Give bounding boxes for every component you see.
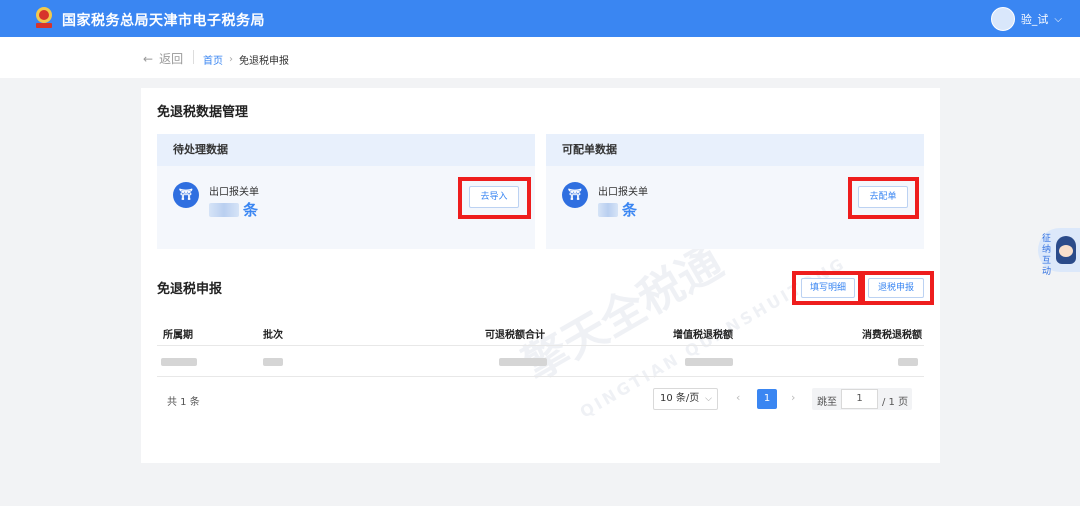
pending-doc-label: 出口报关单 [209, 187, 259, 198]
jump-label: 跳至 [817, 397, 837, 408]
data-mgmt-title: 免退税数据管理 [157, 105, 249, 120]
refund-declare-button[interactable]: 退税申报 [868, 278, 924, 298]
col-refundable-total: 可退税额合计 [485, 330, 545, 341]
user-menu[interactable]: 验_试 ⌵ [990, 6, 1062, 32]
pending-panel: 待处理数据 ⛩ 出口报关单 条 去导入 [157, 134, 535, 249]
avatar-icon[interactable] [990, 7, 1015, 31]
match-button[interactable]: 去配单 [858, 186, 908, 208]
breadcrumb-bar: ← 返回 首页 › 免退税申报 [0, 37, 1080, 78]
tax-emblem-icon [36, 7, 52, 28]
main-card: 擎天全税通 QINGTIAN QUANSHUITONG 免退税数据管理 待处理数… [141, 88, 940, 463]
declaration-title: 免退税申报 [157, 282, 223, 297]
col-period: 所属期 [163, 330, 193, 341]
back-label: 返回 [159, 52, 184, 66]
page-jumper: 跳至 1 / 1 页 [812, 388, 912, 410]
matchable-panel-title: 可配单数据 [546, 134, 924, 166]
chevron-down-icon: ⌵ [705, 394, 712, 404]
back-button[interactable]: ← 返回 [143, 50, 183, 67]
col-vat-refund: 增值税退税额 [673, 330, 733, 341]
prev-page-button[interactable]: ‹ [736, 391, 740, 404]
document-icon: ⛩ [562, 182, 588, 208]
pending-count: 条 [209, 199, 258, 220]
divider [193, 50, 194, 64]
jump-page-input[interactable]: 1 [841, 389, 878, 409]
document-icon: ⛩ [173, 182, 199, 208]
interaction-widget[interactable]: 征纳互动 [1038, 228, 1080, 277]
col-batch: 批次 [263, 330, 283, 341]
breadcrumb-current: 免退税申报 [239, 56, 289, 67]
top-bar: 国家税务总局天津市电子税务局 验_试 ⌵ [0, 0, 1080, 37]
redacted-value [898, 358, 918, 366]
user-name[interactable]: 验_试 [1021, 11, 1049, 27]
jump-total: / 1 页 [882, 397, 909, 408]
page-1-button[interactable]: 1 [757, 389, 777, 409]
redacted-value [263, 358, 283, 366]
page-size-select[interactable]: 10 条/页 ⌵ [653, 388, 718, 410]
matchable-count-unit: 条 [622, 201, 638, 219]
site-title: 国家税务总局天津市电子税务局 [62, 13, 265, 29]
matchable-panel: 可配单数据 ⛩ 出口报关单 条 去配单 [546, 134, 924, 249]
import-button[interactable]: 去导入 [469, 186, 519, 208]
matchable-doc-label: 出口报关单 [598, 187, 648, 198]
pending-count-unit: 条 [243, 201, 259, 219]
breadcrumb: 首页 › 免退税申报 [203, 52, 289, 67]
total-count: 共 1 条 [167, 397, 200, 408]
table-row[interactable] [157, 346, 924, 377]
breadcrumb-separator: › [229, 54, 233, 65]
col-excise-refund: 消费税退税额 [862, 330, 922, 341]
assistant-avatar-icon [1056, 236, 1076, 264]
redacted-value [499, 358, 547, 366]
redacted-value [685, 358, 733, 366]
redacted-value [209, 202, 239, 217]
matchable-count: 条 [598, 199, 637, 220]
next-page-button[interactable]: › [791, 391, 795, 404]
table-header: 所属期 批次 可退税额合计 增值税退税额 消费税退税额 [157, 316, 924, 346]
page-size-value: 10 条/页 [660, 393, 700, 404]
chevron-down-icon[interactable]: ⌵ [1054, 14, 1062, 25]
pending-panel-title: 待处理数据 [157, 134, 535, 166]
arrow-left-icon: ← [143, 51, 154, 66]
widget-label: 征纳互动 [1042, 234, 1052, 277]
fill-detail-button[interactable]: 填写明细 [801, 278, 855, 298]
redacted-value [161, 358, 197, 366]
breadcrumb-home[interactable]: 首页 [203, 52, 223, 67]
redacted-value [598, 202, 618, 217]
